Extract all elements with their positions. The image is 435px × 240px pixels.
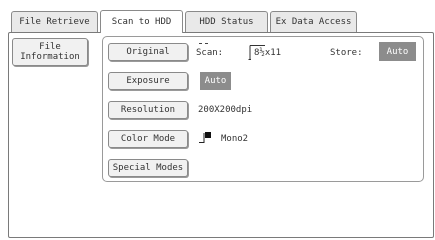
exposure-button[interactable]: Exposure [108, 72, 188, 90]
original-button[interactable]: Original [108, 43, 188, 61]
file-information-button[interactable]: File Information [12, 38, 88, 66]
scan-size-value: 8½x11 [254, 48, 282, 58]
file-information-label-line2: Information [20, 52, 80, 62]
original-button-label: Original [126, 47, 170, 57]
tab-label: Ex Data Access [275, 17, 352, 27]
store-label: Store: [330, 48, 363, 58]
color-mode-button-label: Color Mode [120, 134, 176, 144]
tab-label: File Retrieve [19, 17, 90, 27]
resolution-value: 200X200dpi [198, 105, 253, 115]
tab-scan-to-hdd[interactable]: Scan to HDD [100, 10, 183, 33]
exposure-button-label: Exposure [126, 76, 170, 86]
store-value-badge: Auto [379, 42, 416, 61]
exposure-value-badge: Auto [200, 72, 231, 90]
tab-hdd-status[interactable]: HDD Status [185, 11, 268, 32]
tab-label: Scan to HDD [111, 17, 172, 27]
exposure-value: Auto [204, 76, 227, 86]
file-information-label-line1: File [39, 42, 61, 52]
scan-to-hdd-screen: File Retrieve Scan to HDD HDD Status Ex … [0, 0, 435, 240]
tab-label: HDD Status [199, 17, 254, 27]
store-value: Auto [386, 46, 409, 57]
color-mode-button[interactable]: Color Mode [108, 130, 188, 148]
resolution-button-label: Resolution [120, 105, 176, 115]
resolution-button[interactable]: Resolution [108, 101, 188, 119]
scan-marker-icon [199, 43, 208, 44]
tab-ex-data-access[interactable]: Ex Data Access [270, 11, 357, 32]
tab-file-retrieve[interactable]: File Retrieve [11, 11, 98, 32]
color-mode-value: Mono2 [221, 134, 249, 144]
scan-label: Scan: [196, 48, 224, 58]
special-modes-button[interactable]: Special Modes [108, 159, 188, 177]
mono-color-icon [199, 132, 211, 143]
special-modes-button-label: Special Modes [112, 163, 184, 173]
